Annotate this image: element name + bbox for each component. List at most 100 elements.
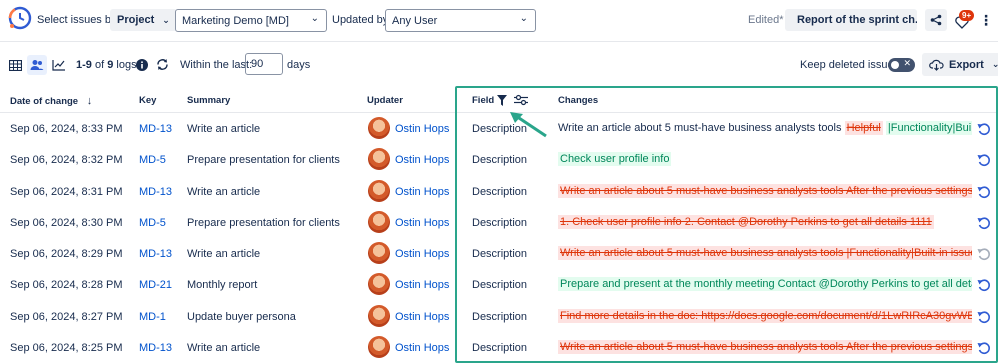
revert-icon[interactable] — [977, 278, 991, 292]
keep-deleted-label: Keep deleted issues — [800, 59, 900, 71]
row-updater-link[interactable]: Ostin Hops — [395, 217, 449, 229]
row-updater-link[interactable]: Ostin Hops — [395, 279, 449, 291]
row-summary: Prepare presentation for clients — [187, 216, 340, 229]
row-issue-key-link[interactable]: MD-5 — [139, 154, 166, 166]
log-total: 9 — [107, 59, 114, 71]
avatar — [368, 242, 390, 264]
change-added-text: |Functionality|Built-in — [885, 121, 972, 135]
top-bar: Select issues by: Project ⌄ Marketing De… — [0, 0, 998, 42]
revert-icon[interactable] — [977, 310, 991, 324]
updated-by-value: Any User — [392, 14, 438, 27]
revert-icon[interactable] — [977, 247, 991, 261]
table-row[interactable]: Sep 06, 2024, 8:25 PM MD-13 Write an artic… — [0, 333, 998, 363]
row-summary: Write an article — [187, 341, 261, 354]
row-issue-key-link[interactable]: MD-5 — [139, 217, 166, 229]
table-header: Date of change ↓ Key Summary Updater Fie… — [0, 87, 998, 113]
project-dropdown[interactable]: Marketing Demo [MD] ⌄ — [175, 9, 327, 32]
history-logo-icon — [8, 6, 32, 30]
notifications-badge: 9+ — [959, 10, 975, 21]
row-date: Sep 06, 2024, 8:33 PM — [10, 123, 123, 135]
row-issue-key-link[interactable]: MD-21 — [139, 279, 172, 291]
chevron-down-icon: ⌄ — [162, 14, 170, 25]
table-row[interactable]: Sep 06, 2024, 8:31 PM MD-13 Write an artic… — [0, 177, 998, 208]
vertical-dots-icon: ⋮ — [979, 12, 993, 28]
row-summary: Monthly report — [187, 279, 258, 292]
project-select-button[interactable]: Project ⌄ — [110, 9, 177, 31]
column-summary[interactable]: Summary — [187, 95, 230, 106]
updated-by-dropdown[interactable]: Any User ⌄ — [385, 9, 536, 32]
edited-label: Edited* — [748, 14, 784, 26]
cloud-download-icon — [929, 59, 944, 71]
avatar — [368, 335, 390, 358]
table-row[interactable]: Sep 06, 2024, 8:29 PM MD-13 Write an artic… — [0, 239, 998, 270]
column-field-label: Field — [472, 95, 495, 106]
revert-icon[interactable] — [977, 185, 991, 199]
row-summary: Write an article — [187, 185, 261, 198]
project-dropdown-value: Marketing Demo [MD] — [182, 14, 289, 27]
table-row[interactable]: Sep 06, 2024, 8:28 PM MD-21 Monthly report… — [0, 270, 998, 301]
row-field: Description — [472, 154, 528, 167]
table-row[interactable]: Sep 06, 2024, 8:30 PM MD-5 Prepare present… — [0, 208, 998, 239]
revert-icon[interactable] — [977, 153, 991, 167]
saved-report-label: Report of the sprint ch... — [797, 14, 917, 26]
column-key[interactable]: Key — [139, 95, 156, 106]
row-summary: Write an article — [187, 123, 261, 135]
within-days-input[interactable]: 90 — [245, 53, 283, 75]
row-date: Sep 06, 2024, 8:32 PM — [10, 154, 123, 167]
row-summary: Update buyer persona — [187, 310, 296, 323]
change-added-text: Prepare and present at the monthly meeti… — [558, 277, 972, 292]
row-updater-link[interactable]: Ostin Hops — [395, 248, 449, 260]
row-date: Sep 06, 2024, 8:29 PM — [10, 248, 123, 260]
row-changes: Write an article about 5 must-have busin… — [558, 119, 972, 138]
row-updater-link[interactable]: Ostin Hops — [395, 154, 449, 166]
change-removed-text: Write an article about 5 must-have busin… — [558, 183, 972, 198]
settings-sliders-icon[interactable] — [514, 94, 528, 106]
row-updater-link[interactable]: Ostin Hops — [395, 342, 449, 354]
change-removed-text: Helpful — [844, 121, 883, 135]
log-range: 1-9 — [76, 59, 92, 71]
column-updater[interactable]: Updater — [367, 95, 403, 106]
row-updater-link[interactable]: Ostin Hops — [395, 186, 449, 198]
row-issue-key-link[interactable]: MD-13 — [139, 186, 172, 198]
annotation-arrow-icon — [510, 112, 547, 138]
row-updater-link[interactable]: Ostin Hops — [395, 311, 449, 323]
row-issue-key-link[interactable]: MD-13 — [139, 248, 172, 260]
share-button[interactable] — [925, 9, 947, 31]
info-icon[interactable] — [136, 59, 148, 71]
refresh-icon[interactable] — [156, 58, 169, 71]
more-options-button[interactable]: ⋮ — [978, 9, 994, 31]
days-label: days — [287, 59, 311, 71]
row-updater-link[interactable]: Ostin Hops — [395, 123, 449, 135]
table-grid-icon — [8, 59, 22, 71]
revert-icon[interactable] — [977, 216, 991, 230]
chart-view-button[interactable] — [49, 55, 69, 75]
table-row[interactable]: Sep 06, 2024, 8:33 PM MD-13 Write an artic… — [0, 114, 998, 145]
table-view-button[interactable] — [5, 55, 25, 75]
avatar — [368, 179, 390, 202]
chevron-down-icon: ⌄ — [991, 59, 998, 69]
export-button[interactable]: Export ⌄ — [922, 53, 998, 76]
row-issue-key-link[interactable]: MD-1 — [139, 311, 166, 323]
revert-icon[interactable] — [977, 341, 991, 355]
users-view-button[interactable] — [27, 55, 47, 75]
avatar — [368, 273, 390, 296]
row-issue-key-link[interactable]: MD-13 — [139, 123, 172, 135]
column-date-of-change[interactable]: Date of change ↓ — [10, 95, 92, 107]
table-row[interactable]: Sep 06, 2024, 8:27 PM MD-1 Update buyer pe… — [0, 302, 998, 333]
project-button-label: Project — [117, 14, 155, 26]
keep-deleted-toggle[interactable]: ✕ — [888, 58, 915, 72]
export-label: Export — [949, 58, 984, 71]
change-removed-text: Write an article about 5 must-have busin… — [558, 246, 972, 260]
filter-icon[interactable] — [497, 95, 507, 106]
column-changes: Changes — [558, 95, 599, 106]
saved-report-button[interactable]: Report of the sprint ch... — [785, 9, 917, 31]
row-changes: Check user profile info — [558, 150, 972, 169]
table-row[interactable]: Sep 06, 2024, 8:32 PM MD-5 Prepare present… — [0, 145, 998, 176]
change-removed-text: Find more details in the doc: https://do… — [558, 308, 972, 323]
row-issue-key-link[interactable]: MD-13 — [139, 342, 172, 354]
row-field: Description — [472, 310, 528, 323]
row-summary: Write an article — [187, 248, 261, 260]
avatar — [368, 210, 390, 233]
avatar — [368, 117, 390, 139]
revert-icon[interactable] — [977, 122, 991, 136]
